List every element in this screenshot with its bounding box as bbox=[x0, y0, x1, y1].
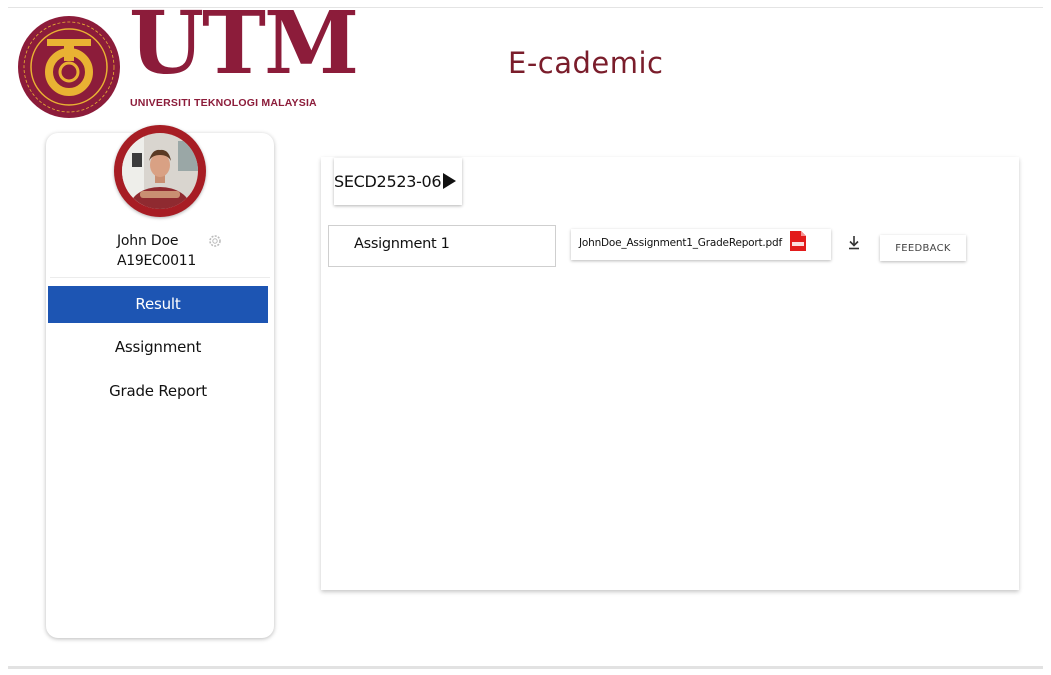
profile-photo bbox=[122, 133, 198, 209]
sidebar-divider bbox=[50, 277, 270, 278]
bottom-divider bbox=[8, 666, 1043, 669]
sidebar-item-grade-report[interactable]: Grade Report bbox=[48, 373, 268, 410]
gear-icon[interactable] bbox=[207, 233, 223, 249]
app-title: E-cademic bbox=[508, 46, 664, 80]
sidebar-item-assignment[interactable]: Assignment bbox=[48, 329, 268, 366]
sidebar: John Doe A19EC0011 Result Assignment Gra… bbox=[46, 125, 274, 638]
user-id: A19EC0011 bbox=[117, 253, 196, 269]
grade-report-file[interactable]: JohnDoe_Assignment1_GradeReport.pdf bbox=[571, 229, 831, 260]
logo-letters: UTM bbox=[129, 0, 359, 94]
play-icon bbox=[443, 173, 456, 189]
feedback-button[interactable]: FEEDBACK bbox=[880, 235, 966, 261]
sidebar-item-result[interactable]: Result bbox=[48, 286, 268, 323]
page: UTM UNIVERSITI TEKNOLOGI MALAYSIA E-cade… bbox=[0, 0, 1051, 675]
course-button[interactable]: SECD2523-06 bbox=[334, 158, 462, 205]
download-icon[interactable] bbox=[847, 235, 861, 251]
avatar[interactable] bbox=[114, 125, 206, 217]
utm-logo: UTM UNIVERSITI TEKNOLOGI MALAYSIA bbox=[17, 1, 359, 119]
logo-subtitle: UNIVERSITI TEKNOLOGI MALAYSIA bbox=[130, 97, 317, 109]
assignment-field[interactable]: Assignment 1 bbox=[328, 225, 556, 267]
file-name: JohnDoe_Assignment1_GradeReport.pdf bbox=[579, 237, 782, 249]
user-name: John Doe bbox=[117, 233, 179, 249]
assignment-label: Assignment 1 bbox=[354, 236, 450, 252]
pdf-icon bbox=[790, 231, 806, 251]
main-panel: SECD2523-06 Assignment 1 JohnDoe_Assignm… bbox=[321, 157, 1019, 590]
university-seal-icon bbox=[18, 16, 120, 118]
course-code: SECD2523-06 bbox=[334, 172, 442, 191]
